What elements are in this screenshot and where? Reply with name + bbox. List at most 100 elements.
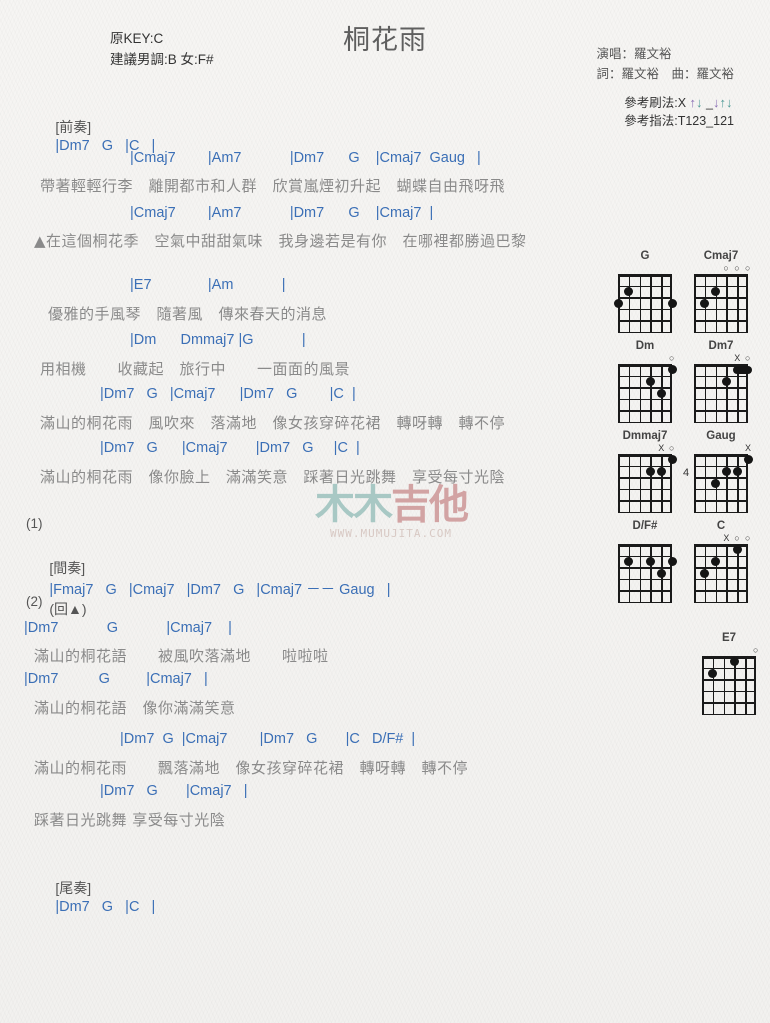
finger-dot [613, 298, 623, 308]
chord-diagram-g: G [612, 250, 678, 334]
string-line [754, 656, 756, 714]
fret-line [618, 602, 672, 604]
nut [618, 364, 672, 367]
fretboard-grid [694, 544, 748, 604]
chord-diagram-panel: G Cmaj7 ○ ○ ○ Dm ○ Dm7 X ○ Dmmaj7 X ○ Gaug X 4 D/F# C X… [612, 250, 762, 722]
string-line [746, 544, 748, 602]
fret-line [702, 679, 756, 681]
outro-row: [尾奏] |Dm7 G |C | [32, 862, 155, 931]
fretboard-grid [694, 274, 748, 334]
string-line [712, 656, 715, 714]
string-line [715, 544, 718, 602]
fret-line [694, 285, 748, 287]
chord-diagram-gaug: Gaug X 4 [683, 430, 754, 514]
fret-line [694, 578, 748, 581]
string-line [618, 544, 620, 602]
chord-diagram-name: Gaug [706, 430, 736, 442]
chord-diagram-dmmaj7: Dmmaj7 X ○ [612, 430, 678, 514]
finger-dot [729, 657, 739, 667]
fret-line [618, 297, 672, 299]
chord-diagram-name: Dm7 [708, 340, 734, 352]
chord-diagram-name: Dm [635, 340, 655, 352]
chord-line-1: |Cmaj7 |Am7 |Dm7 G |Cmaj7 Gaug | [130, 150, 481, 166]
string-line [650, 364, 652, 422]
lyric-line-3: 優雅的手風琴 隨著風 傳來春天的消息 [48, 305, 328, 323]
finger-dot [700, 568, 710, 578]
chord-diagram-e7: E7 ○ [696, 632, 762, 716]
chord-line-3: |E7 |Am | [130, 277, 286, 293]
string-line [726, 274, 728, 332]
fretboard-grid [694, 364, 752, 424]
fret-line [694, 332, 748, 334]
finger-dot [645, 376, 655, 386]
chord-diagram-name: G [640, 250, 650, 262]
fret-line [618, 488, 672, 491]
fret-line [618, 375, 672, 377]
chord-diagram-dm: Dm ○ [612, 340, 678, 424]
chord-diagram-c: C X ○ ○ [688, 520, 754, 604]
string-line [746, 274, 748, 332]
string-line [639, 274, 642, 332]
chord-diagram-dm7: Dm7 X ○ [688, 340, 754, 424]
lyric-line-2: ▲在這個桐花季 空氣中甜甜氣味 我身邊若是有你 在哪裡都勝過巴黎 [34, 232, 527, 250]
string-line [737, 274, 739, 332]
chord-line-8: |Dm7 G |Cmaj7 | [24, 620, 232, 636]
open-string-icon: ○ [669, 443, 675, 453]
fret-line [702, 702, 756, 704]
chord-diagram-name: Cmaj7 [703, 250, 739, 262]
chord-line-7: |Fmaj7 G |Cmaj7 |Dm7 G |Cmaj7 －－ Gaug | [49, 582, 391, 598]
fret-line [618, 567, 672, 569]
lyric-line-10: 滿山的桐花雨 飄落滿地 像女孩穿碎花裙 轉呀轉 轉不停 [34, 759, 469, 777]
chord-diagram-row-3: Dmmaj7 X ○ Gaug X 4 [612, 430, 762, 514]
outro-label: [尾奏] [55, 880, 92, 896]
string-line [628, 364, 631, 422]
chord-line-4: |Dm Dmmaj7 |G | [130, 332, 306, 348]
chord-line-9: |Dm7 G |Cmaj7 | [24, 671, 208, 687]
watermark-text: 木木吉他 [296, 484, 486, 526]
string-line [726, 454, 728, 512]
pick-pattern-row: 參考指法:T123_121 [624, 114, 734, 128]
string-line [737, 454, 739, 512]
string-line [661, 454, 663, 512]
site-watermark: 木木吉他 WWW.MUMUJITA.COM [296, 484, 486, 540]
mute-string-icon: X [723, 533, 730, 543]
fretboard-grid [618, 544, 677, 604]
fret-line [618, 410, 672, 412]
fret-position-label: 4 [683, 466, 690, 479]
finger-dot [624, 286, 634, 296]
finger-dot [667, 556, 677, 566]
nut [694, 274, 748, 277]
chord-open-mute-markers: X ○ [612, 443, 678, 454]
watermark-text-left: 木木 [315, 482, 393, 528]
fret-line [618, 500, 672, 502]
nut [618, 544, 672, 547]
string-line [639, 544, 642, 602]
fret-line [694, 590, 748, 592]
open-string-icon: ○ [745, 263, 751, 273]
fret-line [694, 500, 748, 502]
finger-dot [624, 556, 634, 566]
mute-string-icon: X [734, 353, 741, 363]
string-line [650, 454, 652, 512]
strum-pattern-label: 參考刷法:X [624, 96, 687, 110]
open-string-icon: ○ [734, 263, 740, 273]
string-line [694, 454, 696, 512]
string-line [618, 364, 620, 422]
finger-dot [711, 286, 721, 296]
arrow-down-icon: ↓ [696, 95, 703, 110]
fret-line [694, 410, 748, 412]
watermark-url: WWW.MUMUJITA.COM [330, 527, 452, 540]
string-line [670, 544, 672, 602]
lyric-line-11: 踩著日光跳舞 享受每寸光陰 [34, 811, 226, 829]
fret-line [618, 477, 672, 479]
lyric-line-4: 用相機 收藏起 旅行中 一面面的風景 [40, 360, 351, 378]
finger-dot [656, 568, 666, 578]
fret-line [702, 690, 756, 693]
intro-label: [前奏] [55, 119, 92, 135]
finger-dot [656, 466, 666, 476]
play-patterns: 參考刷法:X ↑↓ _↓↑↓ 參考指法:T123_121 [624, 94, 734, 130]
fret-line [694, 488, 748, 491]
chord-open-mute-markers: ○ [696, 645, 762, 656]
string-line [726, 364, 728, 422]
fret-line [618, 320, 672, 322]
